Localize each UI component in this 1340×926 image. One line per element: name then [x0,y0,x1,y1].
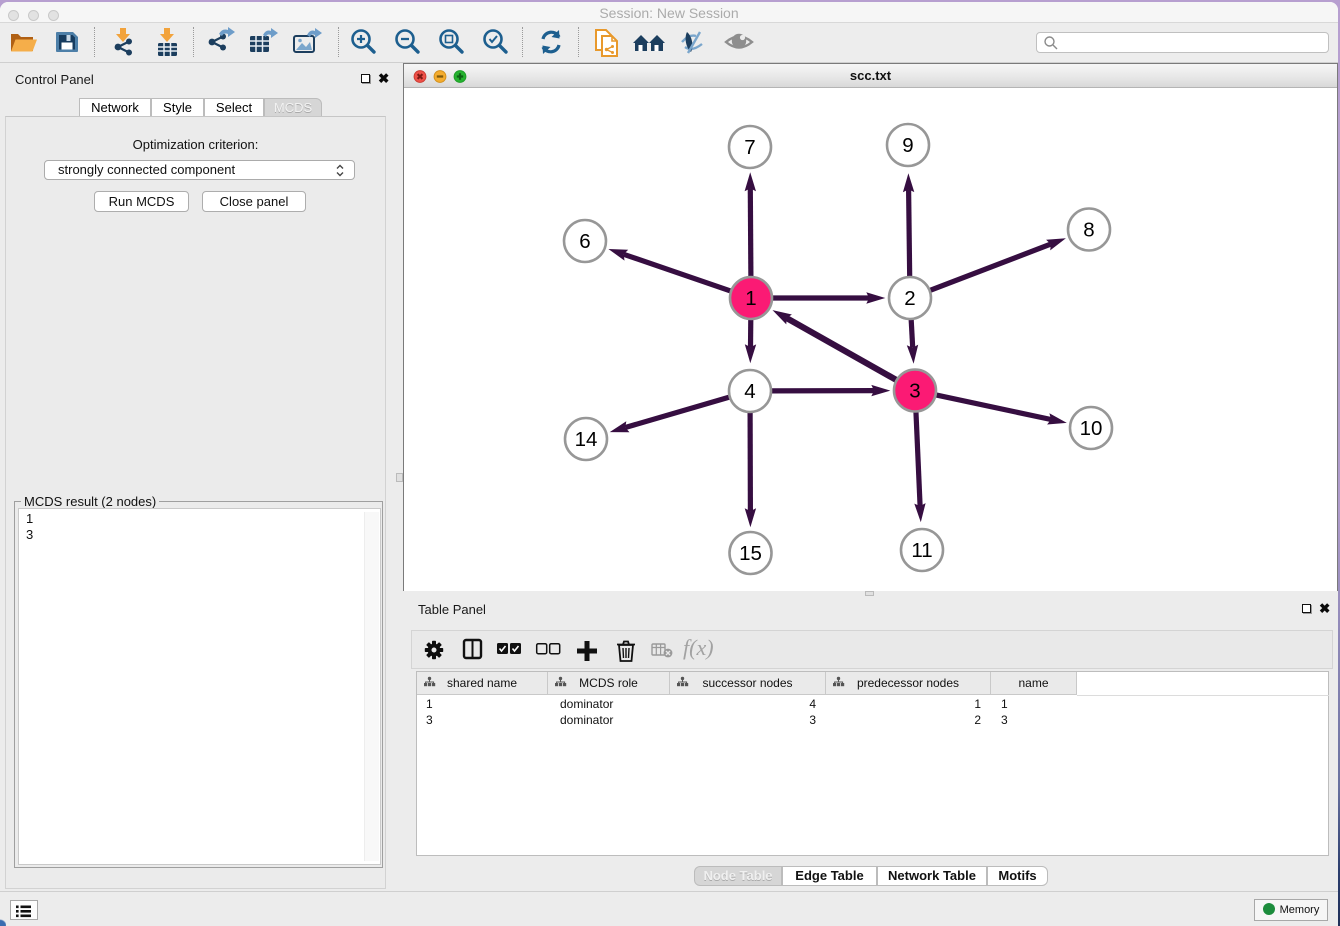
svg-text:14: 14 [575,428,598,451]
svg-text:8: 8 [1083,219,1094,242]
svg-text:10: 10 [1080,417,1103,440]
svg-text:11: 11 [911,539,932,562]
svg-text:1: 1 [745,287,756,310]
svg-text:7: 7 [744,136,755,159]
svg-text:15: 15 [739,542,762,565]
svg-text:3: 3 [909,380,920,403]
svg-text:6: 6 [579,230,590,253]
svg-text:4: 4 [744,380,755,403]
svg-text:9: 9 [902,134,913,157]
svg-text:2: 2 [904,287,915,310]
